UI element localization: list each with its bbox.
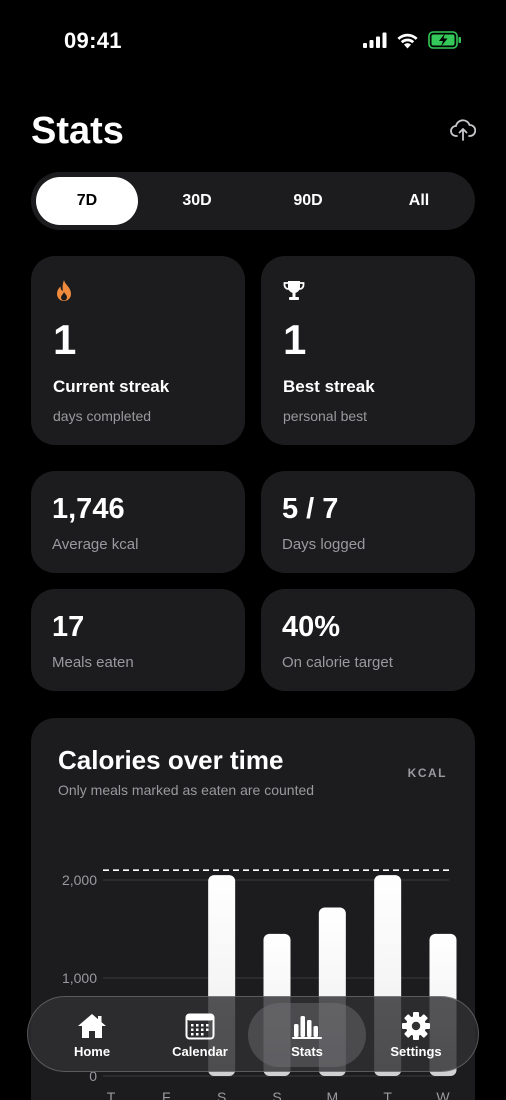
x-tick-label: T — [383, 1089, 392, 1100]
current-streak-value: 1 — [53, 316, 77, 363]
best-streak-value: 1 — [283, 316, 307, 363]
range-tab-all[interactable]: All — [368, 177, 470, 225]
cloud-upload-button[interactable] — [448, 118, 478, 146]
bar-chart-icon — [290, 1012, 324, 1040]
tab-home[interactable]: Home — [42, 997, 142, 1073]
days-logged-label: Days logged — [282, 536, 366, 553]
calorie-target-label: On calorie target — [282, 654, 393, 671]
calorie-target-card: 40% On calorie target — [261, 589, 475, 691]
range-tab-7d[interactable]: 7D — [36, 177, 138, 225]
tab-calendar-label: Calendar — [172, 1043, 228, 1059]
current-streak-card: 1 Current streak days completed — [31, 256, 245, 445]
x-tick-label: W — [436, 1089, 450, 1100]
meals-eaten-value: 17 — [52, 611, 85, 643]
range-tab-30d[interactable]: 30D — [146, 177, 248, 225]
home-icon — [75, 1012, 109, 1040]
tab-stats[interactable]: Stats — [248, 997, 366, 1073]
status-time: 09:41 — [64, 28, 122, 53]
x-tick-label: S — [217, 1089, 226, 1100]
meals-eaten-label: Meals eaten — [52, 654, 134, 671]
average-kcal-label: Average kcal — [52, 536, 139, 553]
x-tick-label: S — [272, 1089, 281, 1100]
wifi-icon — [396, 32, 419, 54]
average-kcal-card: 1,746 Average kcal — [31, 471, 245, 573]
best-streak-card: 1 Best streak personal best — [261, 256, 475, 445]
cellular-signal-icon — [363, 32, 387, 53]
days-logged-value: 5 / 7 — [282, 493, 339, 525]
battery-charging-icon — [428, 31, 462, 54]
days-logged-card: 5 / 7 Days logged — [261, 471, 475, 573]
page-title: Stats — [31, 110, 124, 152]
tab-settings[interactable]: Settings — [366, 997, 466, 1073]
best-streak-label: Best streak — [283, 377, 375, 396]
meals-eaten-card: 17 Meals eaten — [31, 589, 245, 691]
status-bar: 09:41 — [0, 0, 506, 84]
tab-bar: Home Calendar Stats Settings — [27, 996, 479, 1072]
trophy-icon — [283, 279, 305, 303]
range-selector: 7D 30D 90D All — [31, 172, 475, 230]
range-tab-90d[interactable]: 90D — [257, 177, 359, 225]
calendar-icon — [183, 1012, 217, 1040]
status-icons — [363, 31, 462, 54]
tab-calendar[interactable]: Calendar — [150, 997, 250, 1073]
tab-settings-label: Settings — [390, 1043, 442, 1059]
flame-icon — [53, 279, 75, 303]
x-tick-label: M — [326, 1089, 338, 1100]
tab-home-label: Home — [73, 1043, 111, 1059]
x-tick-label: F — [162, 1089, 171, 1100]
gear-icon — [399, 1011, 433, 1040]
tab-stats-label: Stats — [291, 1043, 323, 1059]
calorie-target-value: 40% — [282, 611, 341, 643]
y-tick-label: 1,000 — [62, 970, 97, 986]
average-kcal-value: 1,746 — [52, 493, 125, 525]
y-tick-label: 2,000 — [62, 872, 97, 888]
best-streak-sub: personal best — [283, 408, 368, 424]
current-streak-label: Current streak — [53, 377, 170, 396]
x-tick-label: T — [107, 1089, 116, 1100]
current-streak-sub: days completed — [53, 408, 152, 424]
cloud-upload-icon — [450, 118, 477, 146]
